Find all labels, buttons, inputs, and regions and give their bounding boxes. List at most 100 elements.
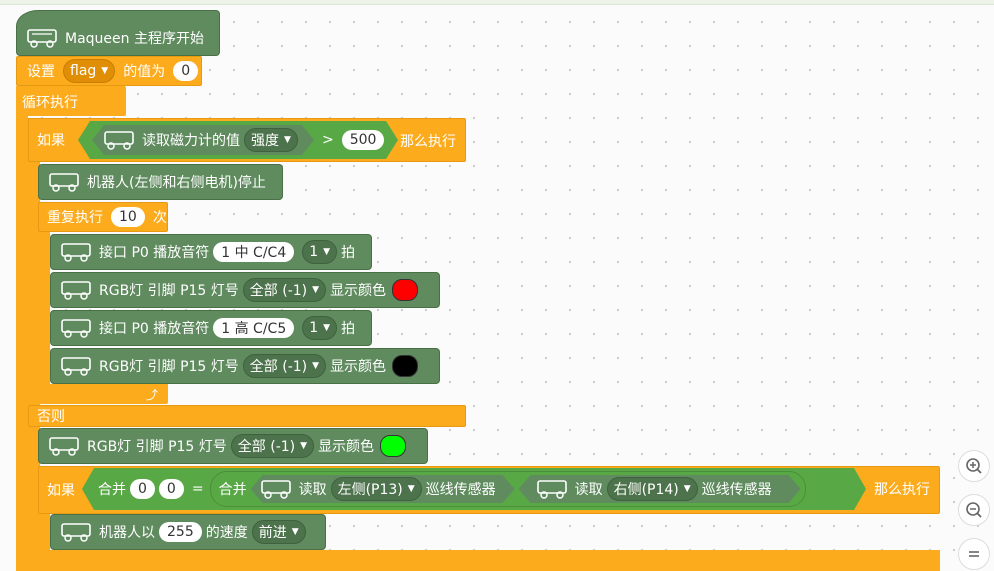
maqueen-robot-icon [25, 27, 59, 49]
read-label: 读取 [574, 482, 603, 498]
drive-mid: 的速度 [205, 525, 248, 541]
led-dropdown[interactable]: 全部 (-1) ▼ [242, 278, 327, 302]
join2-label: 合并 [218, 482, 247, 498]
read-line-sensor-left[interactable]: 读取 左侧(P13) ▼ 巡线传感器 [251, 475, 515, 503]
equals-condition[interactable]: 合并 0 0 = 合并 读取 左侧(P13) ▼ 巡线传感器 读取 右侧(P14)… [82, 468, 866, 510]
chevron-down-icon: ▼ [291, 527, 299, 537]
else-block-header[interactable]: 否则 [28, 405, 466, 427]
if2-block-bottom [38, 550, 940, 571]
chevron-down-icon: ▼ [284, 135, 291, 145]
repeat-block-arm [38, 202, 50, 402]
compare-condition[interactable]: 读取磁力计的值 强度 ▼ > 500 [78, 121, 398, 159]
drive-prefix: 机器人以 [99, 525, 155, 541]
sensor-right-dropdown[interactable]: 右侧(P14) ▼ [607, 477, 698, 501]
if2-then-row: 那么执行 [874, 478, 930, 500]
chevron-down-icon: ▼ [312, 285, 320, 295]
beats-dropdown[interactable]: 1 ▼ [302, 316, 338, 340]
repeat-block-header[interactable]: 重复执行 10 次 [38, 202, 168, 232]
maqueen-start-block[interactable]: Maqueen 主程序开始 [16, 10, 220, 56]
set-variable-block[interactable]: 设置 flag ▼ 的值为 0 [16, 56, 202, 86]
color-swatch-green[interactable] [380, 435, 407, 457]
variable-dropdown[interactable]: flag ▼ [63, 59, 116, 83]
read-magnetometer-reporter[interactable]: 读取磁力计的值 强度 ▼ [92, 125, 314, 155]
color-swatch-black[interactable] [392, 355, 419, 377]
repeat-arrow-icon: ⤴ [146, 387, 159, 402]
set-value-input[interactable]: 0 [173, 61, 199, 81]
chevron-down-icon: ▼ [323, 323, 331, 333]
maqueen-robot-icon [535, 478, 569, 500]
tone-suffix: 拍 [341, 321, 356, 337]
color-swatch-red[interactable] [392, 279, 419, 301]
play-tone-block[interactable]: 接口 P0 播放音符 1 中 C/C4 1 ▼ 拍 [50, 234, 372, 270]
set-prefix: 设置 [27, 64, 55, 80]
chevron-down-icon: ▼ [300, 441, 308, 451]
if-then-row: 那么执行 [400, 130, 456, 152]
compare-value-input[interactable]: 500 [342, 130, 385, 150]
if-label: 如果 [47, 483, 75, 499]
zoom-out-icon[interactable] [958, 494, 990, 526]
repeat-count-input[interactable]: 10 [111, 207, 145, 227]
rgb-suffix: 显示颜色 [318, 439, 375, 455]
drive-forward-block[interactable]: 机器人以 255 的速度 前进 ▼ [50, 514, 326, 550]
rgb-color-block[interactable]: RGB灯 引脚 P15 灯号 全部 (-1) ▼ 显示颜色 [50, 348, 440, 384]
note-input[interactable]: 1 高 C/C5 [213, 318, 295, 338]
chevron-down-icon: ▼ [101, 66, 109, 76]
led-dropdown[interactable]: 全部 (-1) ▼ [242, 354, 327, 378]
then-label: 那么执行 [400, 134, 456, 150]
sensor-left-dropdown[interactable]: 左侧(P13) ▼ [331, 477, 422, 501]
play-tone-block[interactable]: 接口 P0 播放音符 1 高 C/C5 1 ▼ 拍 [50, 310, 372, 346]
set-suffix: 的值为 [123, 64, 166, 80]
tone-prefix: 接口 P0 播放音符 [99, 245, 210, 261]
loop-label-row[interactable]: 循环执行 [16, 88, 78, 116]
start-label: Maqueen 主程序开始 [65, 31, 204, 47]
rgb-prefix: RGB灯 引脚 P15 灯号 [99, 359, 239, 375]
maqueen-robot-icon [59, 279, 93, 301]
beats-dropdown[interactable]: 1 ▼ [302, 240, 338, 264]
rgb-prefix: RGB灯 引脚 P15 灯号 [99, 283, 239, 299]
chevron-down-icon: ▼ [323, 247, 331, 257]
led-dropdown[interactable]: 全部 (-1) ▼ [230, 434, 315, 458]
rgb-prefix: RGB灯 引脚 P15 灯号 [87, 439, 227, 455]
if-label: 如果 [37, 133, 65, 149]
maqueen-robot-icon [47, 435, 81, 457]
zoom-reset-icon[interactable] [958, 538, 990, 570]
note-input[interactable]: 1 中 C/C4 [213, 242, 295, 262]
read-magnetometer-label: 读取磁力计的值 [142, 133, 240, 149]
read-line-sensor-right[interactable]: 读取 右侧(P14) ▼ 巡线传感器 [519, 475, 801, 503]
maqueen-robot-icon [102, 129, 136, 151]
direction-dropdown[interactable]: 前进 ▼ [251, 520, 306, 544]
repeat-suffix: 次 [152, 210, 167, 226]
join-label: 合并 [98, 482, 126, 498]
maqueen-robot-icon [59, 241, 93, 263]
loop-label: 循环执行 [22, 95, 78, 111]
speed-input[interactable]: 255 [159, 522, 202, 542]
maqueen-robot-icon [59, 355, 93, 377]
zoom-in-icon[interactable] [958, 450, 990, 482]
join-b-input[interactable]: 0 [159, 479, 184, 499]
else-label: 否则 [37, 409, 65, 425]
compare-operator: > [322, 132, 334, 148]
magnetometer-option-dropdown[interactable]: 强度 ▼ [244, 128, 298, 152]
workspace-top-border [0, 0, 994, 5]
stop-motors-label: 机器人(左侧和右侧电机)停止 [87, 175, 266, 191]
read-label: 读取 [298, 482, 327, 498]
join-reporter[interactable]: 合并 读取 左侧(P13) ▼ 巡线传感器 读取 右侧(P14) ▼ 巡线传感器 [210, 471, 806, 507]
join-a-input[interactable]: 0 [130, 479, 155, 499]
rgb-color-block[interactable]: RGB灯 引脚 P15 灯号 全部 (-1) ▼ 显示颜色 [38, 428, 428, 464]
chevron-down-icon: ▼ [407, 484, 415, 494]
tone-suffix: 拍 [341, 245, 356, 261]
maqueen-robot-icon [47, 171, 81, 193]
sensor-label: 巡线传感器 [425, 482, 496, 498]
tone-prefix: 接口 P0 播放音符 [99, 321, 210, 337]
rgb-suffix: 显示颜色 [330, 359, 387, 375]
stop-motors-block[interactable]: 机器人(左侧和右侧电机)停止 [38, 164, 283, 200]
chevron-down-icon: ▼ [683, 484, 691, 494]
rgb-color-block[interactable]: RGB灯 引脚 P15 灯号 全部 (-1) ▼ 显示颜色 [50, 272, 440, 308]
repeat-prefix: 重复执行 [47, 210, 103, 226]
rgb-suffix: 显示颜色 [330, 283, 387, 299]
loop-block-arm [16, 86, 28, 571]
then-label: 那么执行 [874, 482, 930, 498]
equals-operator: = [191, 481, 204, 497]
maqueen-robot-icon [59, 521, 93, 543]
chevron-down-icon: ▼ [312, 361, 320, 371]
